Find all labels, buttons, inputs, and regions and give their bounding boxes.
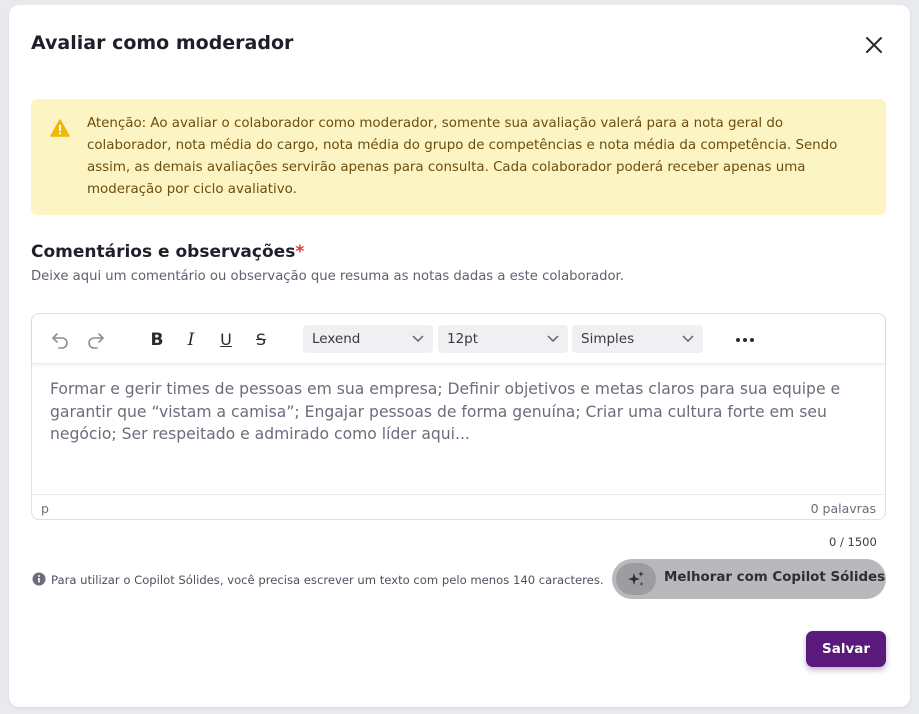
redo-button[interactable] [85, 329, 107, 351]
save-button[interactable]: Salvar [806, 631, 886, 667]
editor-placeholder[interactable]: Formar e gerir times de pessoas em sua e… [50, 378, 865, 446]
info-icon [32, 572, 46, 586]
redo-icon [88, 333, 104, 349]
improve-with-copilot-button[interactable]: Melhorar com Copilot Sólides [612, 559, 886, 599]
strikethrough-button[interactable]: S [250, 329, 272, 351]
word-count: 0 palavras [810, 501, 876, 516]
copilot-icon-badge [616, 563, 656, 595]
editor-status-bar: p 0 palavras [32, 494, 885, 519]
close-icon [866, 37, 882, 53]
font-family-value: Lexend [312, 331, 361, 347]
editor-toolbar: B I U S Lexend 12pt Simples [32, 314, 885, 364]
copilot-button-label: Melhorar com Copilot Sólides [664, 570, 886, 585]
font-family-select[interactable]: Lexend [303, 325, 433, 353]
chevron-down-icon [682, 335, 694, 343]
chevron-down-icon [412, 335, 424, 343]
comments-heading-label: Comentários e observações [31, 242, 296, 262]
more-horizontal-icon [736, 338, 754, 342]
font-size-value: 12pt [447, 331, 479, 347]
chevron-down-icon [547, 335, 559, 343]
undo-icon [52, 333, 68, 349]
copilot-requirement-info: Para utilizar o Copilot Sólides, você pr… [51, 573, 604, 587]
comments-description: Deixe aqui um comentário ou observação q… [31, 269, 624, 284]
italic-button[interactable]: I [180, 329, 202, 351]
line-style-value: Simples [581, 331, 635, 347]
dialog-title: Avaliar como moderador [31, 32, 294, 54]
element-path[interactable]: p [41, 501, 49, 516]
warning-text: Atenção: Ao avaliar o colaborador como m… [87, 116, 838, 197]
underline-button[interactable]: U [215, 329, 237, 351]
warning-icon [50, 119, 70, 137]
comments-heading: Comentários e observações* [31, 242, 304, 262]
undo-button[interactable] [49, 329, 71, 351]
font-size-select[interactable]: 12pt [438, 325, 568, 353]
warning-alert: Atenção: Ao avaliar o colaborador como m… [31, 99, 886, 215]
rich-text-editor: B I U S Lexend 12pt Simples Formar e ger… [31, 313, 886, 520]
close-button[interactable] [863, 34, 885, 56]
sparkles-icon [628, 571, 644, 586]
more-options-button[interactable] [735, 331, 755, 343]
line-style-select[interactable]: Simples [572, 325, 703, 353]
required-marker: * [295, 242, 305, 262]
moderator-evaluation-dialog: Avaliar como moderador Atenção: Ao avali… [9, 5, 910, 707]
bold-button[interactable]: B [146, 329, 168, 351]
character-counter: 0 / 1500 [829, 535, 877, 549]
